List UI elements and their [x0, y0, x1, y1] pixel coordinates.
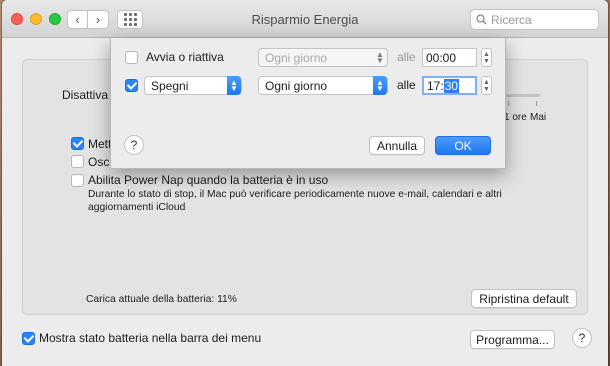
shutdown-time-field[interactable]: 17: 30 [422, 76, 477, 95]
power-nap-description: Durante lo stato di stop, il Mac può ver… [88, 189, 502, 200]
shutdown-action-value: Spegni [151, 78, 189, 93]
power-nap-checkbox[interactable] [71, 174, 84, 187]
help-icon: ? [578, 331, 586, 345]
startup-wake-checkbox[interactable] [125, 51, 138, 64]
search-field[interactable]: Ricerca [470, 9, 599, 30]
schedule-button[interactable]: Programma... [470, 330, 555, 349]
slider-tick [508, 101, 509, 106]
option1-checkbox[interactable] [71, 137, 84, 150]
slider-tick-label: Mai [530, 112, 547, 123]
startup-frequency-popup: Ogni giorno ▲ ▼ [258, 48, 388, 67]
shutdown-checkbox[interactable] [125, 79, 138, 92]
search-placeholder: Ricerca [491, 12, 532, 27]
sheet-help-button[interactable]: ? [124, 135, 144, 155]
ok-button[interactable]: OK [435, 136, 491, 155]
slider-tick [536, 101, 537, 106]
sleep-slider-track[interactable] [504, 94, 540, 97]
power-nap-description: aggiornamenti iCloud [88, 202, 186, 213]
titlebar: ‹ › Risparmio Energia Ricerca [2, 0, 608, 38]
option2-checkbox[interactable] [71, 155, 84, 168]
stepper-up-icon: ▲ [483, 78, 490, 86]
startup-time-stepper: ▲ ▼ [481, 48, 492, 67]
startup-wake-label: Avvia o riattiva [146, 50, 224, 64]
shutdown-time-hours: 17: [427, 78, 444, 93]
search-icon [476, 14, 487, 25]
slider-tick-label: 1 ore [504, 112, 527, 123]
shutdown-frequency-value: Ogni giorno [265, 78, 328, 93]
show-battery-label: Mostra stato batteria nella barra dei me… [39, 331, 262, 345]
popup-arrows-icon: ▲ ▼ [227, 76, 241, 95]
preferences-window: ‹ › Risparmio Energia Ricerca Disattiva … [2, 0, 608, 366]
shutdown-time-minutes[interactable]: 30 [443, 78, 460, 93]
battery-charge-status: Carica attuale della batteria: 11% [86, 294, 237, 305]
shutdown-action-popup[interactable]: Spegni ▲ ▼ [144, 76, 242, 95]
startup-at-label: alle [397, 50, 416, 64]
option1-label: Mett [88, 137, 112, 151]
power-nap-label: Abilita Power Nap quando la batteria è i… [88, 173, 329, 187]
popup-arrows-icon: ▲ ▼ [373, 76, 387, 95]
shutdown-frequency-popup[interactable]: Ogni giorno ▲ ▼ [258, 76, 388, 95]
schedule-sheet: Avvia o riattiva Ogni giorno ▲ ▼ alle 00:… [110, 38, 506, 169]
restore-default-button[interactable]: Ripristina default [471, 289, 577, 308]
startup-time-value: 00:00 [426, 50, 457, 65]
popup-arrows-icon: ▲ ▼ [376, 49, 384, 65]
help-icon: ? [130, 138, 138, 152]
show-battery-checkbox[interactable] [22, 332, 35, 345]
help-button[interactable]: ? [572, 328, 592, 348]
startup-time-field: 00:00 [422, 48, 477, 67]
cancel-button[interactable]: Annulla [369, 136, 425, 155]
stepper-down-icon: ▼ [483, 85, 490, 93]
shutdown-time-stepper[interactable]: ▲ ▼ [481, 76, 492, 95]
startup-frequency-value: Ogni giorno [265, 50, 328, 65]
stepper-down-icon: ▼ [483, 57, 490, 65]
shutdown-at-label: alle [397, 78, 416, 92]
sleep-slider-label: Disattiva [62, 88, 109, 102]
stepper-up-icon: ▲ [483, 50, 490, 58]
